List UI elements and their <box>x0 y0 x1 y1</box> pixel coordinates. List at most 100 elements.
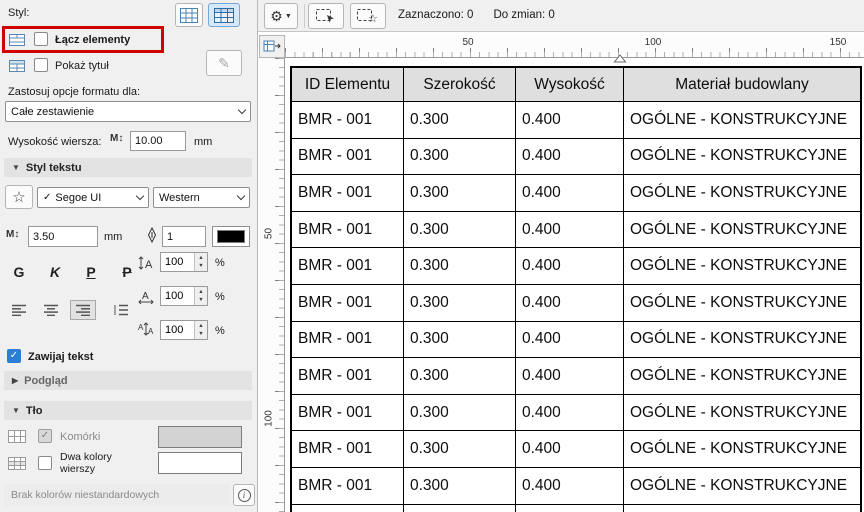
table-cell[interactable]: 0.300 <box>404 431 516 468</box>
view-mode-grid-button[interactable] <box>175 3 203 27</box>
format-scope-dropdown[interactable]: Całe zestawienie <box>5 101 251 122</box>
info-button[interactable]: i <box>233 484 255 506</box>
underline-button[interactable]: P <box>80 264 102 280</box>
table-cell[interactable]: 0.400 <box>516 175 624 212</box>
table-cell[interactable]: 0.300 <box>404 468 516 505</box>
h-ruler[interactable]: 50100150 <box>285 35 864 58</box>
char-height-spinner[interactable]: 100 ▲▼ <box>160 252 208 272</box>
table-cell[interactable]: OGÓLNE - KONSTRUKCYJNE <box>624 248 860 285</box>
strikethrough-button[interactable]: P <box>116 264 138 280</box>
bold-button[interactable]: G <box>8 264 30 280</box>
ruler-origin-button[interactable] <box>259 35 285 58</box>
table-cell[interactable]: 0.400 <box>516 395 624 432</box>
cells-color-swatch[interactable] <box>158 426 242 448</box>
settings-menu-button[interactable]: ⚙ ▼ <box>264 3 298 29</box>
two-colors-checkbox[interactable] <box>38 456 52 470</box>
table-cell[interactable]: 0.400 <box>516 139 624 176</box>
table-cell[interactable]: 0.400 <box>516 102 624 139</box>
table-cell[interactable]: 0.400 <box>516 431 624 468</box>
table-row[interactable]: BMR - 0010.3000.400OGÓLNE - KONSTRUKCYJN… <box>292 431 860 468</box>
table-cell[interactable] <box>292 505 404 512</box>
table-cell[interactable]: 0.400 <box>516 285 624 322</box>
text-style-section-header[interactable]: ▼ Styl tekstu <box>4 158 252 177</box>
table-cell[interactable]: 0.400 <box>516 212 624 249</box>
table-cell[interactable]: BMR - 001 <box>292 175 404 212</box>
align-right-button[interactable] <box>70 300 96 320</box>
table-cell[interactable]: 0.300 <box>404 322 516 359</box>
table-cell[interactable]: 0.300 <box>404 102 516 139</box>
select-criteria-button[interactable]: ☆ <box>350 3 386 29</box>
table-cell[interactable]: 0.300 <box>404 212 516 249</box>
table-row[interactable]: BMR - 0010.3000.400OGÓLNE - KONSTRUKCYJN… <box>292 102 860 139</box>
table-cell[interactable]: 0.300 <box>404 395 516 432</box>
table-row[interactable]: BMR - 0010.3000.400OGÓLNE - KONSTRUKCYJN… <box>292 139 860 176</box>
select-elements-button[interactable] <box>308 3 344 29</box>
table-cell[interactable]: BMR - 001 <box>292 322 404 359</box>
char-width-spinner[interactable]: 100 ▲▼ <box>160 286 208 306</box>
align-left-button[interactable] <box>6 300 32 320</box>
table-cell[interactable]: OGÓLNE - KONSTRUKCYJNE <box>624 431 860 468</box>
table-cell[interactable]: 0.300 <box>404 175 516 212</box>
table-header-cell[interactable]: Wysokość <box>516 68 624 102</box>
pen-number-input[interactable]: 1 <box>162 226 206 247</box>
table-cell[interactable]: OGÓLNE - KONSTRUKCYJNE <box>624 468 860 505</box>
table-cell[interactable]: OGÓLNE - KONSTRUKCYJNE <box>624 139 860 176</box>
table-row[interactable]: BMR - 0010.3000.400OGÓLNE - KONSTRUKCYJN… <box>292 322 860 359</box>
line-spacing-spinner[interactable]: 100 ▲▼ <box>160 320 208 340</box>
spinner-arrows[interactable]: ▲▼ <box>194 253 207 271</box>
table-cell[interactable] <box>404 505 516 512</box>
table-cell[interactable]: BMR - 001 <box>292 468 404 505</box>
table-cell[interactable]: BMR - 001 <box>292 248 404 285</box>
table-header-cell[interactable]: Materiał budowlany <box>624 68 860 102</box>
table-cell[interactable]: BMR - 001 <box>292 395 404 432</box>
table-row[interactable]: BMR - 0010.3000.400OGÓLNE - KONSTRUKCYJN… <box>292 285 860 322</box>
italic-button[interactable]: K <box>44 264 66 280</box>
table-cell[interactable]: 0.300 <box>404 248 516 285</box>
table-cell[interactable]: OGÓLNE - KONSTRUKCYJNE <box>624 358 860 395</box>
wrap-text-checkbox[interactable]: ✓ <box>7 349 21 363</box>
script-dropdown[interactable]: Western <box>153 187 250 208</box>
table-header-cell[interactable]: ID Elementu <box>292 68 404 102</box>
table-row[interactable]: BMR - 0010.3000.400OGÓLNE - KONSTRUKCYJN… <box>292 468 860 505</box>
schedule-table[interactable]: ID ElementuSzerokośćWysokośćMateriał bud… <box>290 66 862 512</box>
table-cell[interactable]: OGÓLNE - KONSTRUKCYJNE <box>624 175 860 212</box>
table-cell[interactable]: 0.400 <box>516 248 624 285</box>
table-cell[interactable]: OGÓLNE - KONSTRUKCYJNE <box>624 285 860 322</box>
table-row[interactable]: BMR - 0010.3000.400OGÓLNE - KONSTRUKCYJN… <box>292 212 860 249</box>
table-cell[interactable] <box>516 505 624 512</box>
table-cell[interactable]: 0.300 <box>404 358 516 395</box>
table-cell[interactable]: BMR - 001 <box>292 139 404 176</box>
show-title-checkbox[interactable] <box>34 58 48 72</box>
table-row[interactable]: BMR - 0010.3000.400OGÓLNE - KONSTRUKCYJN… <box>292 248 860 285</box>
table-row[interactable]: BMR - 0010.3000.400OGÓLNE - KONSTRUKCYJN… <box>292 358 860 395</box>
table-cell[interactable]: 0.300 <box>404 139 516 176</box>
font-size-input[interactable]: 3.50 <box>28 226 98 247</box>
table-cell[interactable]: OGÓLNE - KONSTRUKCYJNE <box>624 102 860 139</box>
table-cell[interactable] <box>624 505 860 512</box>
row-height-input[interactable]: 10.00 <box>130 131 186 151</box>
table-cell[interactable]: 0.400 <box>516 468 624 505</box>
spinner-value[interactable]: 100 <box>161 321 194 339</box>
align-center-button[interactable] <box>38 300 64 320</box>
table-cell[interactable]: BMR - 001 <box>292 102 404 139</box>
spinner-arrows[interactable]: ▲▼ <box>194 321 207 339</box>
table-cell[interactable]: BMR - 001 <box>292 285 404 322</box>
table-cell[interactable]: 0.400 <box>516 358 624 395</box>
table-cell[interactable]: OGÓLNE - KONSTRUKCYJNE <box>624 395 860 432</box>
table-cell[interactable]: BMR - 001 <box>292 212 404 249</box>
view-mode-table-button[interactable] <box>208 3 240 27</box>
table-cell[interactable]: 0.400 <box>516 322 624 359</box>
v-ruler[interactable]: 50100 <box>258 58 285 512</box>
table-cell[interactable]: OGÓLNE - KONSTRUKCYJNE <box>624 322 860 359</box>
table-row[interactable] <box>292 505 860 512</box>
table-header-cell[interactable]: Szerokość <box>404 68 516 102</box>
cells-checkbox[interactable]: ✓ <box>38 429 52 443</box>
preview-section-header[interactable]: ▶ Podgląd <box>4 371 252 390</box>
table-row[interactable]: BMR - 0010.3000.400OGÓLNE - KONSTRUKCYJN… <box>292 175 860 212</box>
font-dropdown[interactable]: ✓ Segoe UI <box>37 187 149 208</box>
link-elements-checkbox[interactable] <box>34 32 48 46</box>
line-spacing-button[interactable] <box>108 300 134 320</box>
table-cell[interactable]: OGÓLNE - KONSTRUKCYJNE <box>624 212 860 249</box>
spinner-value[interactable]: 100 <box>161 253 194 271</box>
two-colors-swatch[interactable] <box>158 452 242 474</box>
